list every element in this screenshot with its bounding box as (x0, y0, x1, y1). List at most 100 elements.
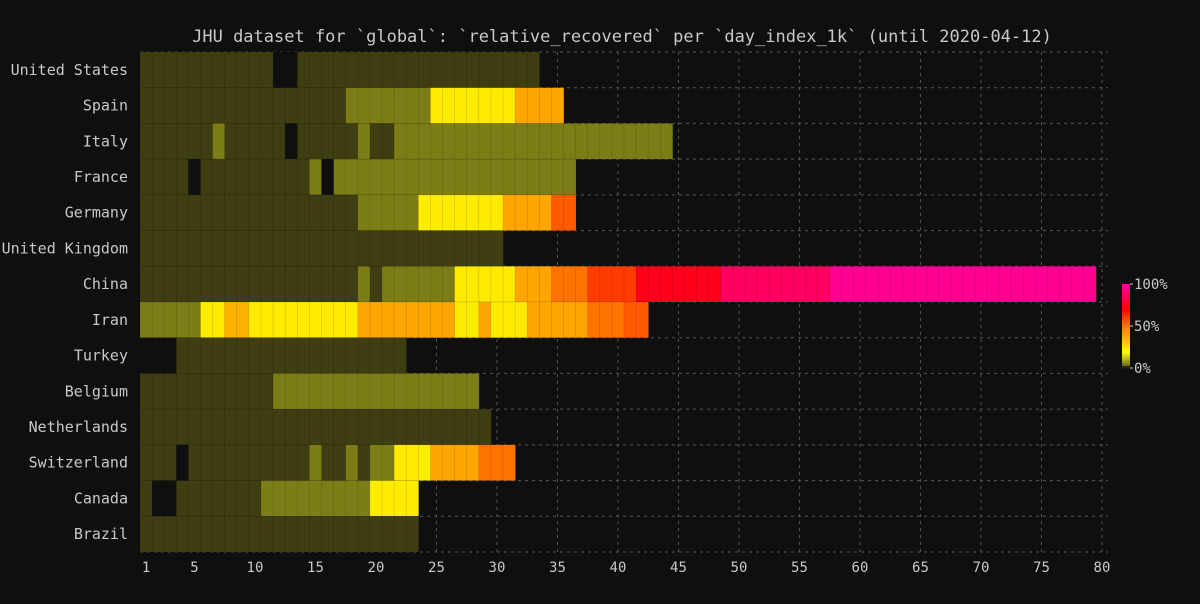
heatmap-cell (284, 515, 299, 553)
heatmap-cell (417, 51, 432, 89)
heatmap-cell (163, 373, 177, 410)
heatmap-cell (188, 480, 202, 517)
heatmap-cell (139, 265, 153, 303)
heatmap-cell (466, 51, 480, 89)
heatmap-cell (466, 301, 480, 339)
heatmap-cell (914, 265, 928, 303)
heatmap-cell (962, 265, 976, 303)
heatmap-cell (151, 194, 165, 231)
heatmap-cell (248, 515, 262, 553)
x-tick-label: 50 (731, 560, 748, 576)
y-tick-labels: United States Spain Italy France Germany Unit… (2, 61, 128, 543)
colorbar-tick-label: 0% (1134, 361, 1151, 377)
heatmap-cell (563, 301, 577, 339)
heatmap-cell (357, 265, 371, 303)
heatmap-cell (538, 123, 553, 160)
heatmap-cell (490, 230, 504, 267)
x-tick-labels: 1 5 10 15 20 25 30 35 40 45 50 55 60 65 70 75 80 (142, 560, 1111, 576)
heatmap-cell (176, 230, 190, 267)
heatmap-cell (188, 158, 202, 196)
heatmap-cell (829, 265, 843, 303)
heatmap-cell (200, 87, 214, 124)
heatmap-cell (333, 265, 347, 303)
heatmap-cell (188, 301, 202, 339)
heatmap-cell (200, 265, 214, 303)
heatmap-cell (393, 230, 407, 267)
heatmap-cell (611, 123, 625, 160)
heatmap-cell (732, 265, 746, 303)
heatmap-cell (321, 158, 335, 196)
x-tick-label: 15 (307, 560, 324, 576)
heatmap-cell (176, 480, 190, 517)
heatmap-cell (538, 194, 553, 231)
heatmap-cell (333, 158, 347, 196)
heatmap-cell (1047, 265, 1061, 303)
heatmap-cell (139, 301, 153, 339)
heatmap-cell (345, 408, 359, 446)
heatmap-cell (284, 230, 299, 267)
heatmap-cell (357, 301, 371, 339)
heatmap-cell (309, 230, 323, 267)
heatmap-cell (176, 408, 190, 446)
x-tick-label: 70 (973, 560, 990, 576)
heatmap-cell (333, 408, 347, 446)
heatmap-cell (357, 123, 371, 160)
heatmap-cell (151, 230, 165, 267)
heatmap-cell (538, 87, 553, 124)
heatmap-cell (369, 265, 383, 303)
heatmap-cell (454, 373, 468, 410)
heatmap-cell (236, 515, 250, 553)
heatmap-cell (357, 51, 371, 89)
heatmap-cell (139, 515, 153, 553)
heatmap-cell (526, 265, 541, 303)
x-tick-label: 45 (670, 560, 687, 576)
x-tick-label: 30 (489, 560, 506, 576)
heatmap-cell (188, 123, 202, 160)
heatmap-cell (212, 51, 226, 89)
heatmap-cell (369, 337, 383, 374)
heatmap-cell (272, 194, 286, 231)
heatmap-cell (248, 444, 262, 481)
heatmap-cell (381, 87, 395, 124)
heatmap-cell (393, 373, 407, 410)
heatmap-cell (309, 51, 323, 89)
heatmap-cell (538, 158, 553, 196)
heatmap-cell (696, 265, 710, 303)
heatmap-cell (309, 123, 323, 160)
heatmap-cell (599, 123, 613, 160)
heatmap-cell (623, 265, 637, 303)
heatmap-cell (163, 444, 177, 481)
colorbar-tick-label: 50% (1134, 319, 1160, 335)
heatmap-cell (188, 265, 202, 303)
heatmap-cell (224, 373, 238, 410)
heatmap-cell (430, 87, 444, 124)
heatmap-cell (466, 373, 480, 410)
heatmap-cell (321, 408, 335, 446)
heatmap-cell (974, 265, 988, 303)
heatmap-cell (224, 265, 238, 303)
heatmap-cell (248, 51, 262, 89)
heatmap-cell (417, 230, 432, 267)
heatmap-cell (309, 408, 323, 446)
heatmap-cell (357, 515, 371, 553)
heatmap-cell (998, 265, 1012, 303)
heatmap-cell (430, 265, 444, 303)
heatmap-cell (200, 301, 214, 339)
heatmap-cell (321, 230, 335, 267)
heatmap-cell (490, 87, 504, 124)
heatmap-cell (321, 444, 335, 481)
heatmap-cell (284, 301, 299, 339)
heatmap-cell (151, 373, 165, 410)
heatmap-cell (417, 408, 432, 446)
heatmap-cell (200, 515, 214, 553)
y-tick-label: Belgium (65, 382, 128, 400)
heatmap-cell (200, 194, 214, 231)
heatmap-cell (405, 87, 420, 124)
heatmap-cell (284, 337, 299, 374)
x-tick-label: 40 (610, 560, 627, 576)
heatmap-cell (357, 158, 371, 196)
heatmap-cell (188, 373, 202, 410)
heatmap-cell (260, 337, 274, 374)
heatmap-cell (587, 123, 601, 160)
heatmap-cell (296, 194, 311, 231)
